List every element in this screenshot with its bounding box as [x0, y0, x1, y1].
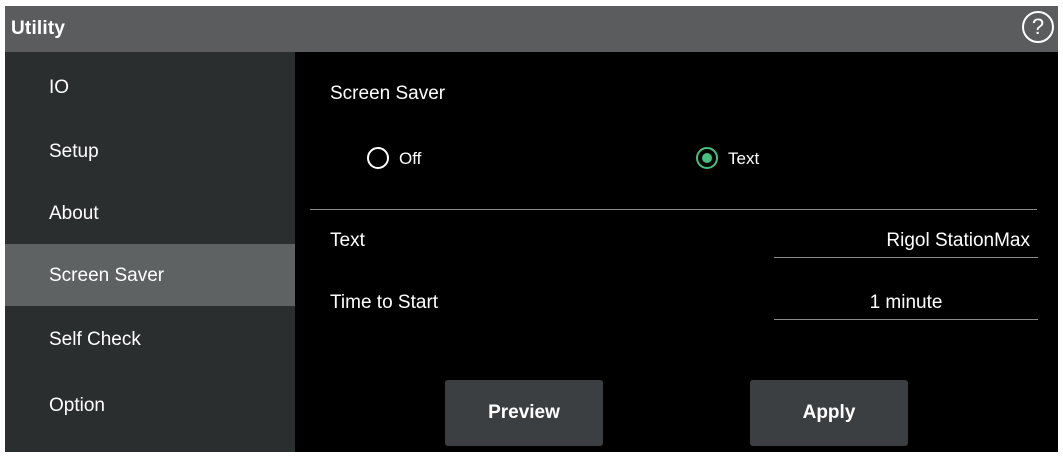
radio-unchecked-icon — [367, 147, 389, 169]
time-to-start-value: 1 minute — [869, 292, 943, 313]
sidebar-item-self-check[interactable]: Self Check — [5, 308, 295, 370]
screen-saver-panel: Screen Saver Off Text Text Rigol Station… — [295, 52, 1058, 452]
sidebar-item-label: IO — [49, 77, 70, 98]
time-to-start-field[interactable]: 1 minute — [774, 283, 1038, 320]
sidebar-item-label: About — [49, 203, 99, 224]
radio-checked-icon — [696, 147, 718, 169]
sidebar-item-screen-saver[interactable]: Screen Saver — [5, 244, 295, 306]
text-row-label: Text — [330, 230, 365, 251]
divider — [310, 209, 1037, 210]
utility-window: Utility ? IO Setup About Screen Saver Se… — [5, 6, 1058, 452]
apply-button[interactable]: Apply — [750, 380, 908, 446]
radio-label: Off — [399, 149, 422, 168]
window-title: Utility — [11, 18, 66, 39]
sidebar-item-label: Self Check — [49, 329, 141, 350]
sidebar-item-option[interactable]: Option — [5, 374, 295, 436]
time-to-start-label: Time to Start — [330, 292, 439, 313]
sidebar-item-label: Setup — [49, 141, 99, 162]
sidebar-item-about[interactable]: About — [5, 182, 295, 244]
sidebar-item-io[interactable]: IO — [5, 56, 295, 118]
text-field-value: Rigol StationMax — [886, 230, 1030, 251]
sidebar: IO Setup About Screen Saver Self Check O… — [5, 52, 295, 452]
sidebar-item-label: Screen Saver — [49, 265, 165, 286]
section-title: Screen Saver — [330, 83, 446, 104]
radio-label: Text — [728, 149, 760, 168]
radio-text[interactable]: Text — [696, 146, 786, 172]
title-bar: Utility ? — [5, 6, 1058, 52]
preview-button[interactable]: Preview — [445, 380, 603, 446]
text-field[interactable]: Rigol StationMax — [774, 221, 1038, 258]
help-icon[interactable]: ? — [1022, 11, 1054, 43]
sidebar-item-label: Option — [49, 395, 105, 416]
sidebar-item-setup[interactable]: Setup — [5, 120, 295, 182]
radio-off[interactable]: Off — [367, 146, 457, 172]
